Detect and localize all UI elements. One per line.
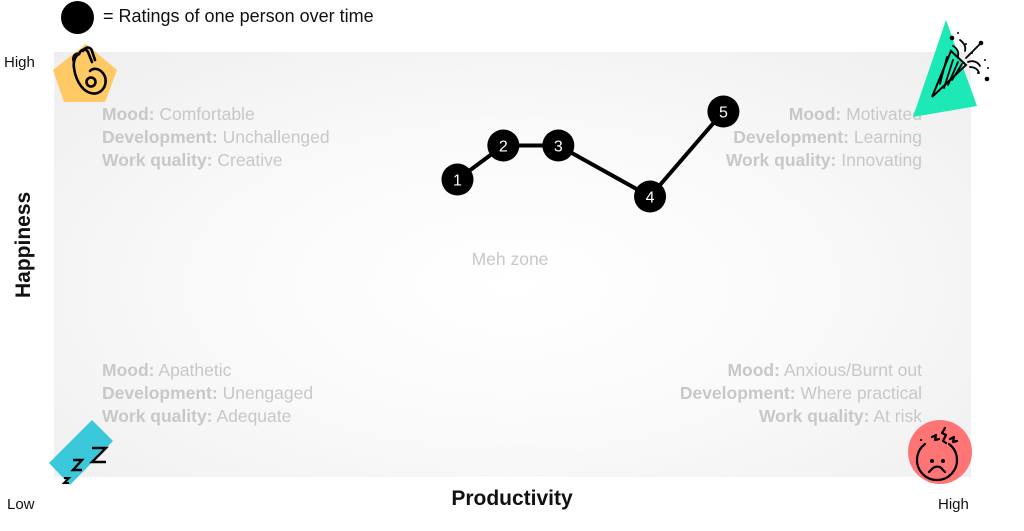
- data-point-5: 5: [707, 95, 740, 128]
- sleeping-zzz-icon: [49, 420, 113, 485]
- data-point-1: 1: [441, 163, 474, 196]
- data-point-label: 5: [719, 105, 728, 122]
- series-layer: 1 2 3 4 5: [441, 95, 740, 213]
- data-point-label: 3: [554, 139, 563, 156]
- stressed-face-icon: [908, 420, 972, 484]
- data-point-3: 3: [542, 129, 575, 162]
- data-point-4: 4: [634, 180, 667, 213]
- party-popper-icon: [913, 20, 990, 117]
- data-point-label: 1: [453, 173, 462, 190]
- data-point-label: 2: [499, 139, 508, 156]
- diagram-overlay: 1 2 3 4 5: [49, 20, 990, 485]
- data-point-2: 2: [487, 129, 520, 162]
- series-segment: [648, 110, 725, 198]
- ok-hand-icon: [53, 44, 117, 102]
- data-point-label: 4: [646, 190, 655, 207]
